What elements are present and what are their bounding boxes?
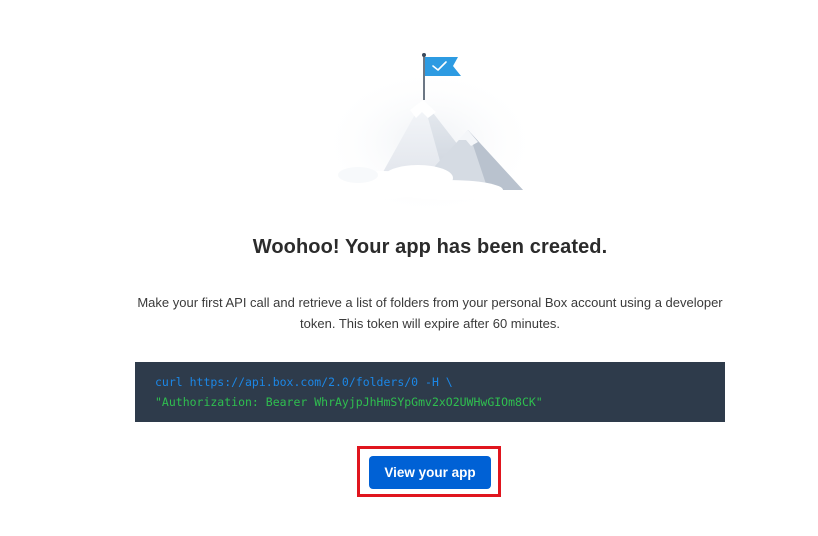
page-description: Make your first API call and retrieve a … xyxy=(137,295,723,331)
code-snippet: curl https://api.box.com/2.0/folders/0 -… xyxy=(135,362,725,422)
code-line-curl: curl https://api.box.com/2.0/folders/0 -… xyxy=(155,375,453,389)
view-your-app-button[interactable]: View your app xyxy=(369,456,491,489)
flag-on-mountain-icon xyxy=(318,40,548,210)
page-title: Woohoo! Your app has been created. xyxy=(252,236,608,258)
code-line-authorization: "Authorization: Bearer WhrAyjpJhHmSYpGmv… xyxy=(155,395,543,409)
